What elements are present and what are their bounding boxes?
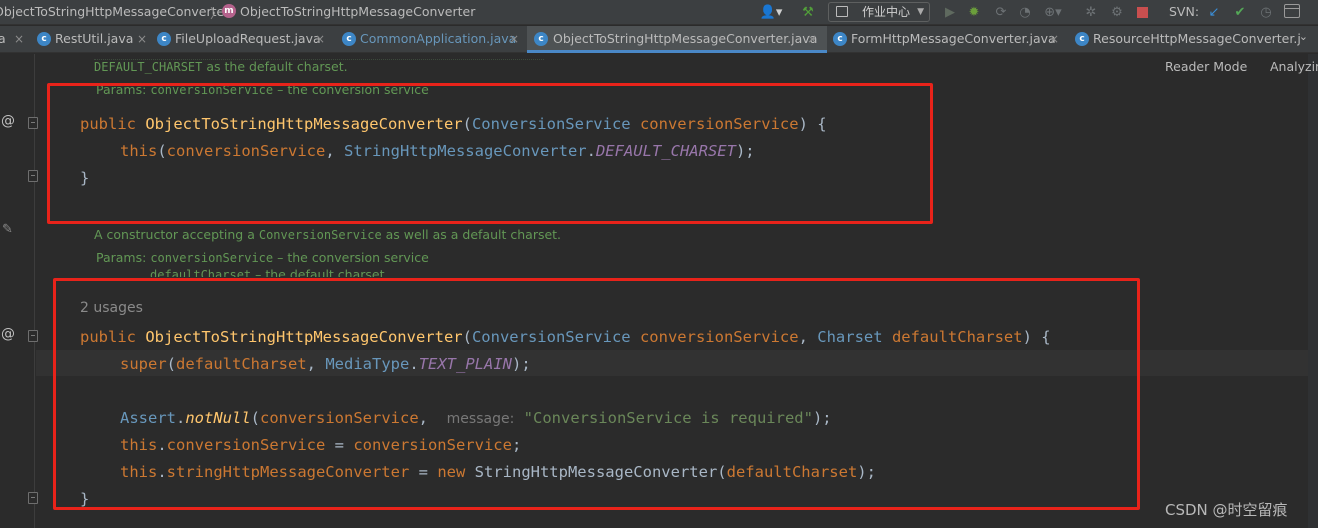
history-icon[interactable]: ◷ [1257,3,1275,22]
chevron-down-icon: ▼ [917,7,924,17]
breadcrumb-method[interactable]: ObjectToStringHttpMessageConverter [240,4,475,19]
close-icon[interactable]: × [1049,26,1059,52]
tab-partial[interactable]: a × [0,26,30,53]
run-config-icon [836,6,848,17]
svn-update-icon[interactable]: ↙ [1206,3,1222,22]
pencil-icon[interactable]: ✎ [2,222,13,237]
run-config-dropdown[interactable]: 作业中心 ▼ [828,2,930,22]
close-icon[interactable]: × [14,26,24,52]
fold-icon[interactable] [28,492,38,504]
tab-resourcehttpmessageconverter[interactable]: c ResourceHttpMessageConverter.j [1067,26,1301,53]
class-icon: c [37,32,51,46]
run-icon[interactable]: ▶ [942,3,958,22]
run-config-label: 作业中心 [861,5,910,19]
editor-tab-bar: a × c RestUtil.java × c FileUploadReques… [0,26,1318,53]
tab-restutil[interactable]: c RestUtil.java × [30,26,150,53]
attach-debugger-icon[interactable]: ✲ [1082,3,1100,22]
close-icon[interactable]: × [807,26,817,52]
breadcrumb-separator-icon: 〉 [210,7,224,22]
fold-icon[interactable] [28,330,38,342]
navigation-bar: ObjectToStringHttpMessageConverter 〉 m O… [0,0,1318,25]
close-icon[interactable]: × [509,26,519,52]
tab-label: FileUploadRequest.java [175,31,321,46]
class-icon: c [342,32,356,46]
override-at-icon[interactable]: @ [1,326,15,342]
tab-label: ObjectToStringHttpMessageConverter.java [553,31,818,46]
profile-icon[interactable]: ◔ [1016,3,1034,22]
hotswap-icon[interactable]: ⚙ [1108,3,1126,22]
highlight-box [53,278,1140,510]
javadoc-line: A constructor accepting a ConversionServ… [94,227,562,242]
svn-commit-icon[interactable]: ✔ [1232,3,1248,22]
watermark: CSDN @时空留痕 [1165,501,1288,519]
fold-icon[interactable] [28,117,38,129]
class-icon: c [534,32,548,46]
chevron-down-icon[interactable]: ⌄ [1299,30,1308,43]
javadoc-line: DEFAULT_CHARSET as the default charset. [94,59,348,74]
class-icon: c [1075,32,1089,46]
tab-formhttpmessageconverter[interactable]: c FormHttpMessageConverter.java × [827,26,1067,53]
code-editor[interactable]: Reader Mode Analyzing DEFAULT_CHARSET as… [0,54,1318,528]
tab-label: ResourceHttpMessageConverter.j [1093,31,1301,46]
breadcrumb-class[interactable]: ObjectToStringHttpMessageConverter [0,4,229,19]
javadoc-params: Params: conversionService – the conversi… [96,250,429,265]
tab-label: RestUtil.java [55,31,134,46]
close-icon[interactable]: × [137,26,147,52]
tab-fileuploadrequest[interactable]: c FileUploadRequest.java × [150,26,336,53]
tab-objecttostringhttpmessageconverter[interactable]: c ObjectToStringHttpMessageConverter.jav… [527,26,827,53]
tab-commonapplication[interactable]: c CommonApplication.java × [336,26,526,53]
window-icon[interactable] [1284,4,1300,18]
tab-label: a [0,31,6,46]
user-icon[interactable]: 👤▾ [758,3,784,22]
svn-label: SVN: [1169,4,1200,19]
close-icon[interactable]: × [315,26,325,52]
class-icon: c [157,32,171,46]
tab-label: CommonApplication.java [360,31,517,46]
override-at-icon[interactable]: @ [1,113,15,129]
coverage-icon[interactable]: ⟳ [992,3,1010,22]
highlight-box [47,83,933,224]
javadoc-params: defaultCharset – the default charset [150,267,385,277]
reader-mode-button[interactable]: Reader Mode [1165,59,1247,74]
stop-icon[interactable] [1135,3,1149,22]
fold-icon[interactable] [28,170,38,182]
build-hammer-icon[interactable]: ⚒ [798,3,818,22]
tab-label: FormHttpMessageConverter.java [851,31,1056,46]
debug-icon[interactable]: ✹ [964,3,984,22]
class-icon: c [833,32,847,46]
editor-scrollbar[interactable] [1308,54,1318,528]
method-icon: m [222,4,236,18]
analyzing-status: Analyzing [1270,59,1318,74]
more-run-icon[interactable]: ⊕▾ [1040,3,1066,22]
